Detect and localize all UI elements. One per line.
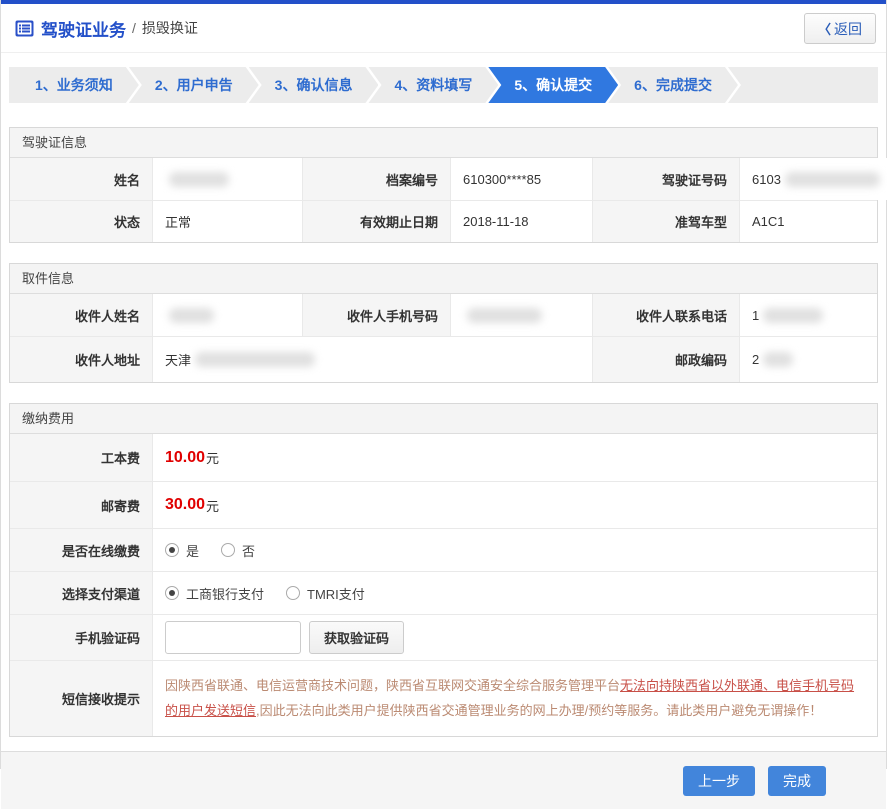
pickup-info-section: 取件信息 收件人姓名 收件人手机号码 收件人联系电话 1 收件人地址 天津 邮政… [9, 263, 878, 383]
sms-notice-label: 短信接收提示 [10, 660, 152, 736]
tmri-pay-label: TMRI支付 [307, 586, 365, 602]
chevron-left-icon: 〈 [817, 22, 831, 37]
back-button-label: 返回 [834, 20, 862, 37]
sms-code-input[interactable] [165, 621, 301, 654]
step-4-fill-materials: 4、资料填写 [368, 67, 498, 103]
get-code-button[interactable]: 获取验证码 [309, 621, 405, 654]
notice-text: ,因此无法向此类用户提供陕西省交通管理业务的网上办理/预约等服务。请此类用户避免… [256, 703, 823, 718]
status-value: 正常 [152, 200, 302, 242]
license-section-title: 驾驶证信息 [10, 128, 877, 158]
redacted-value [169, 307, 214, 323]
main-content: 驾驶证信息 姓名 档案编号 610300****85 驾驶证号码 6103 状态… [1, 103, 887, 737]
recipient-phone-value: 1 [739, 294, 877, 336]
redacted-value [784, 171, 880, 187]
footer-bar: 上一步 完成 [1, 751, 886, 809]
tmri-pay-option[interactable]: TMRI支付 [286, 584, 365, 603]
expiry-label: 有效期止日期 [302, 200, 450, 242]
mailing-fee-label: 邮寄费 [10, 481, 152, 528]
online-payment-label: 是否在线缴费 [10, 528, 152, 571]
redacted-value [467, 307, 542, 323]
file-no-value: 610300****85 [450, 158, 592, 200]
radio-icbc[interactable] [165, 586, 179, 600]
step-wizard: 1、业务须知 2、用户申告 3、确认信息 4、资料填写 5、确认提交 6、完成提… [9, 67, 878, 103]
license-menu-icon [15, 19, 34, 38]
license-no-label: 驾驶证号码 [592, 158, 739, 200]
payment-channel-label: 选择支付渠道 [10, 571, 152, 614]
redacted-value [763, 352, 794, 367]
file-no-label: 档案编号 [302, 158, 450, 200]
payment-channel-options: 工商银行支付 TMRI支付 [152, 571, 877, 614]
notice-text: 因陕西省联通、电信运营商技术问题，陕西省互联网交通安全综合服务管理平台 [165, 678, 621, 693]
breadcrumb-current: 损毁换证 [141, 20, 198, 36]
name-label: 姓名 [10, 158, 152, 200]
recipient-phone-label: 收件人联系电话 [592, 294, 739, 336]
sms-code-field: 获取验证码 [152, 614, 877, 660]
recipient-mobile-label: 收件人手机号码 [302, 294, 450, 336]
prev-step-button[interactable]: 上一步 [683, 765, 755, 796]
mailing-fee-value: 30.00 元 [152, 481, 877, 528]
radio-tmri[interactable] [286, 586, 301, 600]
payment-section-title: 缴纳费用 [10, 404, 877, 434]
redacted-value [195, 352, 316, 367]
sms-code-label: 手机验证码 [10, 614, 152, 660]
recipient-address-value: 天津 [152, 336, 592, 382]
radio-yes[interactable] [165, 543, 179, 557]
page-title: 驾驶证业务 [41, 20, 126, 40]
postal-code-value: 2 [739, 336, 877, 382]
vehicle-class-value: A1C1 [739, 200, 877, 242]
recipient-name-label: 收件人姓名 [10, 294, 152, 336]
payment-section: 缴纳费用 工本费 10.00 元 邮寄费 30.00 元 是否在线缴费 是 否 … [9, 403, 878, 737]
production-fee-value: 10.00 元 [152, 434, 877, 481]
online-yes-option[interactable]: 是 [165, 541, 199, 560]
production-fee-label: 工本费 [10, 434, 152, 481]
icbc-pay-option[interactable]: 工商银行支付 [165, 584, 264, 603]
online-payment-options: 是 否 [152, 528, 877, 571]
step-wizard-filler [727, 67, 878, 103]
name-value [152, 158, 302, 200]
status-label: 状态 [10, 200, 152, 242]
step-1-business-notice: 1、业务须知 [9, 67, 139, 103]
redacted-value [763, 307, 824, 323]
license-no-value: 6103 [739, 158, 887, 200]
recipient-mobile-value [450, 294, 592, 336]
step-5-confirm-submit: 5、确认提交 [488, 67, 618, 103]
license-info-section: 驾驶证信息 姓名 档案编号 610300****85 驾驶证号码 6103 状态… [9, 127, 887, 243]
recipient-name-value [152, 294, 302, 336]
page-header: 驾驶证业务 / 损毁换证 〈 返回 [1, 4, 886, 53]
step-6-complete-submit: 6、完成提交 [608, 67, 738, 103]
step-2-user-declaration: 2、用户申告 [129, 67, 259, 103]
back-button[interactable]: 〈 返回 [803, 13, 876, 44]
online-no-option[interactable]: 否 [221, 541, 255, 560]
postal-code-label: 邮政编码 [592, 336, 739, 382]
vehicle-class-label: 准驾车型 [592, 200, 739, 242]
icbc-pay-label: 工商银行支付 [186, 586, 265, 602]
redacted-value [169, 171, 229, 187]
step-3-confirm-info: 3、确认信息 [249, 67, 379, 103]
page: 驾驶证业务 / 损毁换证 〈 返回 1、业务须知 2、用户申告 3、确认信息 4… [0, 0, 887, 809]
finish-button[interactable]: 完成 [768, 765, 826, 796]
sms-notice-text: 因陕西省联通、电信运营商技术问题，陕西省互联网交通安全综合服务管理平台无法向持陕… [152, 660, 877, 736]
radio-no-label: 否 [242, 543, 256, 559]
expiry-value: 2018-11-18 [450, 200, 592, 242]
breadcrumb-separator: / [132, 20, 136, 36]
radio-yes-label: 是 [186, 543, 200, 559]
radio-no[interactable] [221, 543, 236, 557]
recipient-address-label: 收件人地址 [10, 336, 152, 382]
pickup-section-title: 取件信息 [10, 264, 877, 294]
